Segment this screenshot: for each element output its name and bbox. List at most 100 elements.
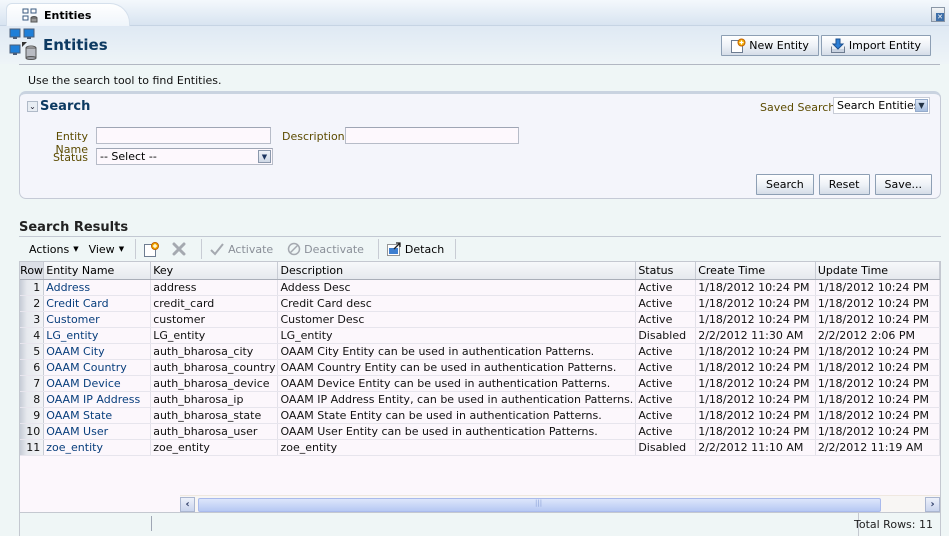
status-cell: Active	[635, 311, 697, 328]
checkmark-icon	[210, 243, 224, 256]
entity-name-link[interactable]: OAAM State	[43, 407, 152, 424]
row-number: 4	[20, 327, 45, 344]
detach-button[interactable]: Detach	[386, 241, 444, 257]
header-divider	[19, 64, 940, 65]
table-row[interactable]: 11 zoe_entity zoe_entity zoe_entity Disabled…	[20, 439, 940, 456]
column-header-status[interactable]: Status	[635, 262, 697, 280]
delete-icon	[172, 242, 186, 256]
import-entity-label: Import Entity	[848, 39, 921, 52]
entity-name-link[interactable]: Address	[43, 279, 152, 296]
tab-strip: Entities	[0, 0, 949, 27]
entity-name-link[interactable]: OAAM Device	[43, 375, 152, 392]
key-cell: zoe_entity	[150, 439, 279, 456]
table-row[interactable]: 8 OAAM IP Address auth_bharosa_ip OAAM IP A…	[20, 391, 940, 408]
column-header-description[interactable]: Description	[277, 262, 637, 280]
status-label: Status	[52, 151, 88, 164]
entity-name-link[interactable]: OAAM City	[43, 343, 152, 360]
table-row[interactable]: 9 OAAM State auth_bharosa_state OAAM State …	[20, 407, 940, 424]
reset-button[interactable]: Reset	[818, 174, 870, 195]
entity-name-link[interactable]: OAAM Country	[43, 359, 152, 376]
create-time-cell: 1/18/2012 10:24 PM	[695, 359, 816, 376]
entity-name-link[interactable]: Credit Card	[43, 295, 152, 312]
table-row[interactable]: 1 Address address Addess Desc Active 1/18/201…	[20, 279, 940, 296]
status-cell: Active	[635, 423, 697, 440]
page-header: Entities New Entity Import Entity	[0, 26, 949, 64]
import-entity-button[interactable]: Import Entity	[820, 35, 931, 56]
update-time-cell: 2/2/2012 2:06 PM	[815, 327, 940, 344]
entity-name-link[interactable]: zoe_entity	[43, 439, 152, 456]
table-row[interactable]: 5 OAAM City auth_bharosa_city OAAM City Ent…	[20, 343, 940, 360]
entity-name-link[interactable]: Customer	[43, 311, 152, 328]
create-time-cell: 1/18/2012 10:24 PM	[695, 343, 816, 360]
scroll-left-icon[interactable]: ‹	[180, 497, 195, 512]
view-menu[interactable]: View ▼	[89, 243, 125, 256]
saved-search-select[interactable]: Search Entities ▼	[833, 97, 930, 114]
tab-entities[interactable]: Entities	[6, 3, 130, 27]
delete-button[interactable]	[171, 241, 190, 257]
horizontal-scrollbar[interactable]: ‹ ›	[180, 495, 940, 512]
close-tab-icon[interactable]	[931, 7, 945, 22]
description-input[interactable]	[345, 127, 519, 144]
entity-name-input[interactable]	[96, 127, 271, 144]
table-row[interactable]: 7 OAAM Device auth_bharosa_device OAAM Devi…	[20, 375, 940, 392]
row-number: 8	[20, 391, 45, 408]
search-button[interactable]: Search	[755, 174, 814, 195]
column-header-entity-name[interactable]: Entity Name	[43, 262, 152, 280]
toolbar-separator	[135, 239, 137, 259]
update-time-cell: 1/18/2012 10:24 PM	[815, 359, 940, 376]
entities-page-icon	[9, 28, 37, 60]
new-entity-button[interactable]: New Entity	[721, 35, 819, 56]
activate-button[interactable]: Activate	[209, 242, 273, 256]
entity-name-link[interactable]: OAAM IP Address	[43, 391, 152, 408]
row-number: 5	[20, 343, 45, 360]
create-time-cell: 1/18/2012 10:24 PM	[695, 295, 816, 312]
saved-search-label: Saved Search	[760, 101, 836, 114]
status-cell: Active	[635, 375, 697, 392]
status-cell: Disabled	[635, 439, 697, 456]
save-button[interactable]: Save...	[874, 174, 932, 195]
table-row[interactable]: 4 LG_entity LG_entity LG_entity Disabled 2/2/…	[20, 327, 940, 344]
prohibited-icon	[287, 242, 301, 256]
search-panel: ⌄ Search Saved Search Search Entities ▼ …	[19, 91, 941, 199]
chevron-down-icon[interactable]: ▼	[258, 150, 271, 163]
column-header-create-time[interactable]: Create Time	[695, 262, 816, 280]
create-button[interactable]	[143, 241, 163, 258]
status-select[interactable]: -- Select -- ▼	[96, 148, 273, 165]
total-rows: Total Rows: 11	[854, 518, 933, 531]
status-cell: Active	[635, 359, 697, 376]
description-cell: OAAM IP Address Entity, can be used in a…	[277, 391, 637, 408]
actions-menu[interactable]: Actions ▼	[29, 243, 79, 256]
entity-name-link[interactable]: OAAM User	[43, 423, 152, 440]
description-cell: OAAM User Entity can be used in authenti…	[277, 423, 637, 440]
collapse-search-icon[interactable]: ⌄	[27, 101, 38, 112]
results-table: Row Entity Name Key Description Status C…	[20, 262, 940, 456]
new-document-icon	[731, 38, 746, 53]
scrollbar-thumb[interactable]	[198, 498, 881, 512]
scroll-right-icon[interactable]: ›	[925, 497, 940, 512]
table-row[interactable]: 6 OAAM Country auth_bharosa_country OAAM Co…	[20, 359, 940, 376]
description-cell: OAAM State Entity can be used in authent…	[277, 407, 637, 424]
key-cell: customer	[150, 311, 279, 328]
row-number: 6	[20, 359, 45, 376]
entity-name-link[interactable]: LG_entity	[43, 327, 152, 344]
key-cell: auth_bharosa_city	[150, 343, 279, 360]
table-row[interactable]: 10 OAAM User auth_bharosa_user OAAM User En…	[20, 423, 940, 440]
status-cell: Active	[635, 391, 697, 408]
create-time-cell: 2/2/2012 11:10 AM	[695, 439, 816, 456]
key-cell: auth_bharosa_state	[150, 407, 279, 424]
row-number: 7	[20, 375, 45, 392]
row-number: 2	[20, 295, 45, 312]
results-toolbar: Actions ▼ View ▼ Activate Deactivate Det…	[19, 237, 941, 261]
toolbar-separator	[201, 239, 203, 259]
table-row[interactable]: 2 Credit Card credit_card Credit Card desc A…	[20, 295, 940, 312]
update-time-cell: 1/18/2012 10:24 PM	[815, 295, 940, 312]
key-cell: auth_bharosa_country	[150, 359, 279, 376]
deactivate-button[interactable]: Deactivate	[287, 242, 364, 256]
column-header-update-time[interactable]: Update Time	[815, 262, 940, 280]
column-header-row[interactable]: Row	[20, 262, 45, 280]
column-header-key[interactable]: Key	[150, 262, 279, 280]
key-cell: auth_bharosa_device	[150, 375, 279, 392]
table-row[interactable]: 3 Customer customer Customer Desc Active 1/18…	[20, 311, 940, 328]
chevron-down-icon[interactable]: ▼	[915, 99, 928, 112]
create-time-cell: 1/18/2012 10:24 PM	[695, 423, 816, 440]
